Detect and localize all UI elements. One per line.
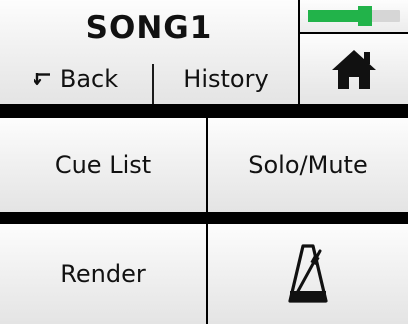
- metronome-icon: [288, 244, 328, 303]
- render-button[interactable]: Render: [0, 224, 206, 324]
- back-button[interactable]: Back: [0, 58, 152, 100]
- cue-list-label: Cue List: [54, 151, 152, 179]
- history-button[interactable]: History: [154, 58, 298, 100]
- home-button[interactable]: [300, 34, 408, 104]
- song-screen: SONG1 Back History Cue List Solo/Mute Re…: [0, 0, 408, 324]
- render-label: Render: [60, 260, 146, 288]
- solo-mute-label: Solo/Mute: [248, 151, 368, 179]
- meter-peak-indicator: [358, 6, 372, 26]
- back-arrow-icon: [33, 73, 50, 86]
- level-meter: [300, 0, 408, 32]
- cue-list-button[interactable]: Cue List: [0, 118, 206, 212]
- metronome-button[interactable]: [208, 224, 408, 324]
- meter-track: [308, 6, 400, 26]
- back-label: Back: [59, 65, 119, 93]
- solo-mute-button[interactable]: Solo/Mute: [208, 118, 408, 212]
- song-title: SONG1: [85, 10, 213, 46]
- song-header: SONG1 Back History: [0, 0, 298, 104]
- home-icon: [332, 50, 376, 89]
- meter-fill: [308, 10, 365, 22]
